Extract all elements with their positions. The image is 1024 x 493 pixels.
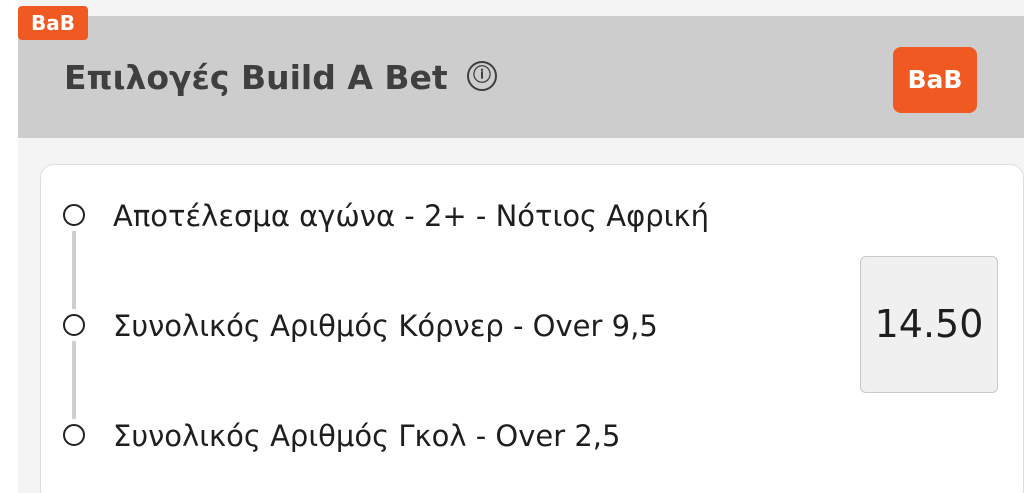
selection-label: Συνολικός Αριθμός Γκολ - Over 2,5 [113, 419, 621, 453]
header-title: Επιλογές Build A Bet [64, 58, 448, 97]
connector-line [72, 341, 76, 419]
page: BaB Επιλογές Build A Bet ⓘ BaB Αποτέλεσμ… [0, 0, 1024, 493]
selection-item: Συνολικός Αριθμός Κόρνερ - Over 9,5 [63, 301, 713, 419]
selection-radio-icon [63, 424, 85, 446]
odds-button[interactable]: 14.50 [860, 256, 998, 393]
selection-radio-icon [63, 314, 85, 336]
corner-bab-tag: BaB [18, 6, 88, 40]
bet-card: Αποτέλεσμα αγώνα - 2+ - Νότιος Αφρική Συ… [40, 164, 1024, 493]
selection-item: Αποτέλεσμα αγώνα - 2+ - Νότιος Αφρική [63, 191, 713, 309]
build-a-bet-header: Επιλογές Build A Bet ⓘ BaB [18, 16, 1024, 138]
selection-label: Αποτέλεσμα αγώνα - 2+ - Νότιος Αφρική [113, 199, 709, 233]
connector-line [72, 231, 76, 309]
selection-radio-icon [63, 204, 85, 226]
left-edge [0, 0, 18, 493]
selection-item: Συνολικός Αριθμός Γκολ - Over 2,5 [63, 411, 713, 461]
info-icon[interactable]: ⓘ [467, 61, 497, 91]
selection-label: Συνολικός Αριθμός Κόρνερ - Over 9,5 [113, 309, 658, 343]
bab-badge: BaB [893, 47, 977, 113]
